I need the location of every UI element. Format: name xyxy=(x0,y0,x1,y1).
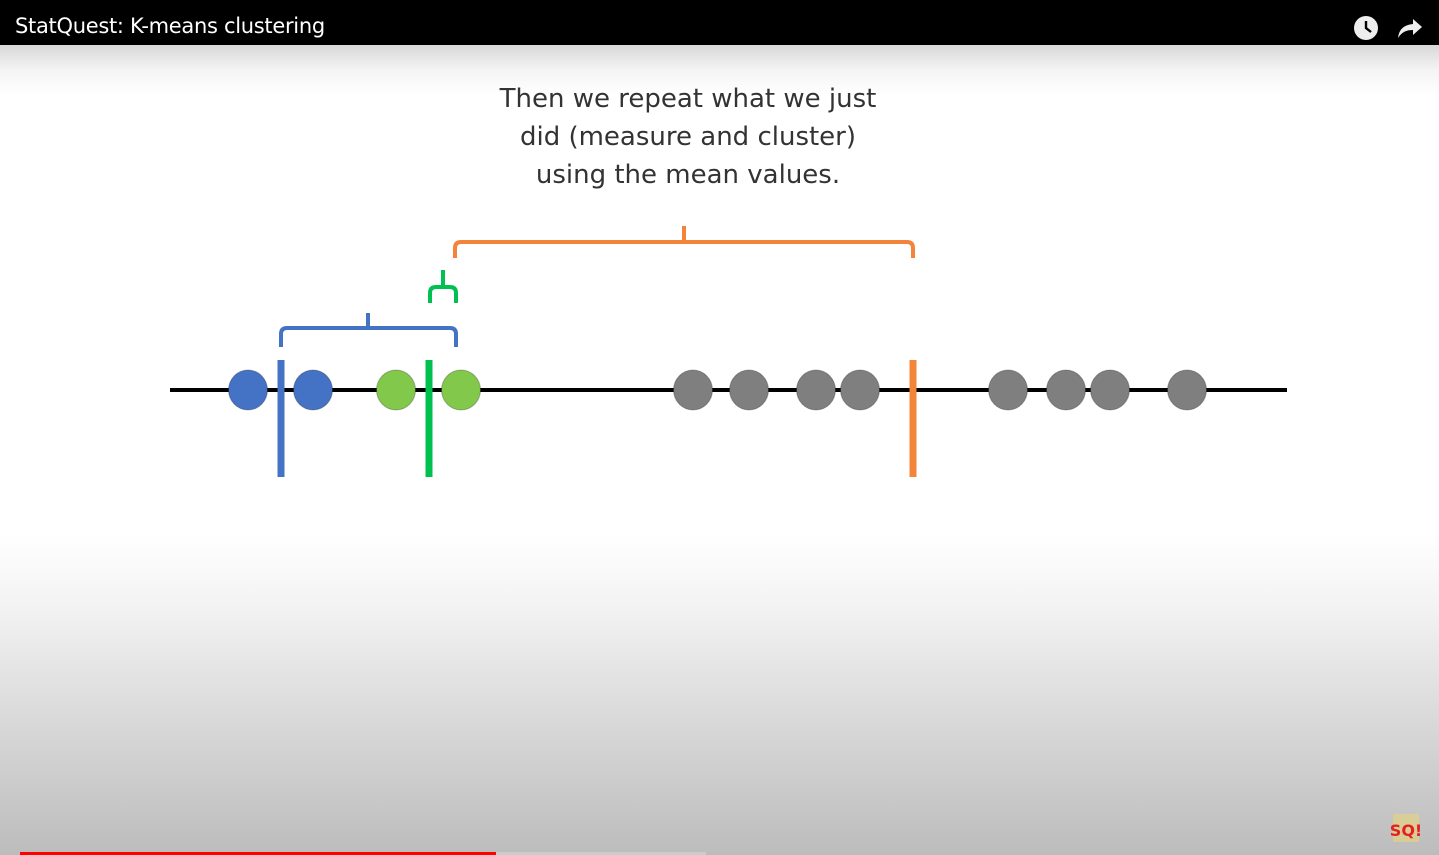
orange-cluster-bracket xyxy=(453,226,915,258)
data-point xyxy=(228,369,268,411)
data-point xyxy=(1167,369,1207,411)
data-point xyxy=(376,369,416,411)
caption-line: did (measure and cluster) xyxy=(519,122,857,152)
data-point xyxy=(673,369,713,411)
statquest-logo: SQ! xyxy=(1390,814,1422,842)
data-point xyxy=(729,369,769,411)
data-point xyxy=(1046,369,1086,411)
data-point xyxy=(293,369,333,411)
data-point xyxy=(988,369,1028,411)
svg-text:SQ!: SQ! xyxy=(1390,821,1422,840)
caption-line: Then we repeat what we just xyxy=(499,84,877,114)
green-cluster-bracket xyxy=(428,270,458,303)
data-point xyxy=(840,369,880,411)
caption-line: using the mean values. xyxy=(535,160,841,190)
slide-caption: Then we repeat what we just did (measure… xyxy=(438,80,938,194)
data-point xyxy=(796,369,836,411)
blue-cluster-bracket xyxy=(279,313,458,347)
data-point xyxy=(1090,369,1130,411)
data-point xyxy=(441,369,481,411)
